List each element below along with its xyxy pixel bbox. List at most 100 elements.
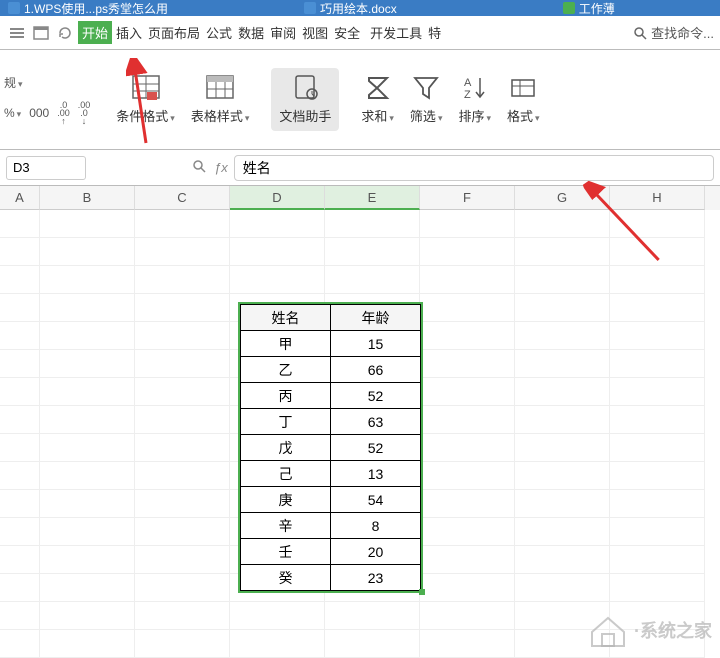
menu-insert[interactable]: 插入 (114, 21, 144, 44)
ribbon: 规 % 000 .0.00↑ .00.0↓ 条件格式 表格样式 文档助手 求和 … (0, 50, 720, 150)
cell-name[interactable]: 乙 (241, 357, 331, 383)
table-row[interactable]: 甲15 (241, 331, 421, 357)
comma-style[interactable]: 000 (29, 106, 49, 120)
table-row[interactable]: 丙52 (241, 383, 421, 409)
cell-age[interactable]: 8 (331, 513, 421, 539)
percent-button[interactable]: % (4, 106, 21, 120)
house-icon (588, 612, 628, 648)
col-header-F[interactable]: F (420, 186, 515, 210)
cell-name[interactable]: 戊 (241, 435, 331, 461)
doc-helper-button[interactable]: 文档助手 (271, 68, 339, 131)
sort-button[interactable]: AZ 排序 (450, 74, 499, 125)
window-icon-button[interactable] (30, 22, 52, 44)
command-search[interactable]: 查找命令... (633, 23, 714, 42)
table-row[interactable]: 戊52 (241, 435, 421, 461)
cell-age[interactable]: 66 (331, 357, 421, 383)
menu-review[interactable]: 审阅 (268, 21, 298, 44)
col-header-C[interactable]: C (135, 186, 230, 210)
cell-age[interactable]: 15 (331, 331, 421, 357)
col-header-A[interactable]: A (0, 186, 40, 210)
cell-name[interactable]: 己 (241, 461, 331, 487)
document-tabs: 1.WPS使用...ps秀堂怎么用 巧用绘本.docx 工作薄 (0, 0, 720, 16)
formula-input[interactable] (234, 155, 714, 181)
conditional-format-button[interactable]: 条件格式 (108, 74, 183, 125)
decrease-decimal[interactable]: .00.0↓ (78, 101, 91, 125)
sheet-icon (563, 2, 575, 14)
table-row[interactable]: 壬20 (241, 539, 421, 565)
doc-helper-icon (290, 74, 320, 102)
grid-area[interactable]: 姓名 年龄 甲15乙66丙52丁63戊52己13庚54辛8壬20癸23 (0, 210, 720, 650)
header-age[interactable]: 年龄 (331, 305, 421, 331)
menu-dev[interactable]: 开发工具 (368, 21, 424, 44)
doc-icon (304, 2, 316, 14)
menu-formula[interactable]: 公式 (204, 21, 234, 44)
doc-tab-1[interactable]: 1.WPS使用...ps秀堂怎么用 (0, 0, 176, 16)
cell-name[interactable]: 丙 (241, 383, 331, 409)
table-style-icon (205, 74, 235, 102)
ribbon-label: 求和 (361, 106, 394, 125)
cell-name[interactable]: 丁 (241, 409, 331, 435)
sigma-icon (363, 74, 393, 102)
cell-reference-box[interactable]: D3 (6, 156, 86, 180)
grid-cond-icon (131, 74, 161, 102)
cell-name[interactable]: 癸 (241, 565, 331, 591)
cell-name[interactable]: 辛 (241, 513, 331, 539)
menu-special[interactable]: 特 (426, 21, 443, 44)
table-row[interactable]: 癸23 (241, 565, 421, 591)
cell-age[interactable]: 13 (331, 461, 421, 487)
cell-age[interactable]: 20 (331, 539, 421, 565)
col-header-G[interactable]: G (515, 186, 610, 210)
col-header-E[interactable]: E (325, 186, 420, 210)
ribbon-label: 表格样式 (191, 106, 250, 125)
cell-age[interactable]: 63 (331, 409, 421, 435)
menu-icon-button[interactable] (6, 22, 28, 44)
doc-tab-3[interactable]: 工作薄 (555, 0, 623, 16)
menu-start[interactable]: 开始 (78, 21, 112, 44)
fx-search-icon[interactable] (192, 159, 206, 176)
selection-handle[interactable] (419, 589, 425, 595)
menu-data[interactable]: 数据 (236, 21, 266, 44)
format-icon (508, 74, 538, 102)
cell-age[interactable]: 23 (331, 565, 421, 591)
sort-icon: AZ (460, 74, 490, 102)
cell-ref-text: D3 (13, 160, 30, 175)
menu-security[interactable]: 安全 (332, 21, 362, 44)
refresh-icon-button[interactable] (54, 22, 76, 44)
menu-view[interactable]: 视图 (300, 21, 330, 44)
cell-name[interactable]: 壬 (241, 539, 331, 565)
header-name[interactable]: 姓名 (241, 305, 331, 331)
table-row[interactable]: 辛8 (241, 513, 421, 539)
fx-label[interactable]: ƒx (214, 160, 228, 175)
format-general[interactable]: 规 (4, 74, 23, 91)
menu-bar: 开始 插入 页面布局 公式 数据 审阅 视图 安全 开发工具 特 查找命令... (0, 16, 720, 50)
data-selection[interactable]: 姓名 年龄 甲15乙66丙52丁63戊52己13庚54辛8壬20癸23 (238, 302, 423, 593)
doc-tab-2[interactable]: 巧用绘本.docx (296, 0, 405, 16)
table-row[interactable]: 己13 (241, 461, 421, 487)
tab-label: 1.WPS使用...ps秀堂怎么用 (24, 0, 168, 16)
cell-name[interactable]: 庚 (241, 487, 331, 513)
cell-age[interactable]: 52 (331, 383, 421, 409)
search-placeholder: 查找命令... (651, 23, 714, 42)
col-header-H[interactable]: H (610, 186, 705, 210)
format-button[interactable]: 格式 (499, 74, 548, 125)
cell-age[interactable]: 52 (331, 435, 421, 461)
table-row[interactable]: 庚54 (241, 487, 421, 513)
search-icon (633, 26, 647, 40)
table-row[interactable]: 乙66 (241, 357, 421, 383)
menu-layout[interactable]: 页面布局 (146, 21, 202, 44)
cell-age[interactable]: 54 (331, 487, 421, 513)
increase-decimal[interactable]: .0.00↑ (57, 101, 70, 125)
sum-button[interactable]: 求和 (353, 74, 402, 125)
ribbon-label: 格式 (507, 106, 540, 125)
doc-icon (8, 2, 20, 14)
cell-name[interactable]: 甲 (241, 331, 331, 357)
watermark: ·系统之家 (588, 612, 712, 648)
col-header-B[interactable]: B (40, 186, 135, 210)
col-header-D[interactable]: D (230, 186, 325, 210)
watermark-text: ·系统之家 (634, 617, 712, 643)
funnel-icon (411, 74, 441, 102)
tab-label: 工作薄 (579, 0, 615, 16)
filter-button[interactable]: 筛选 (402, 74, 451, 125)
table-style-button[interactable]: 表格样式 (183, 74, 258, 125)
table-row[interactable]: 丁63 (241, 409, 421, 435)
